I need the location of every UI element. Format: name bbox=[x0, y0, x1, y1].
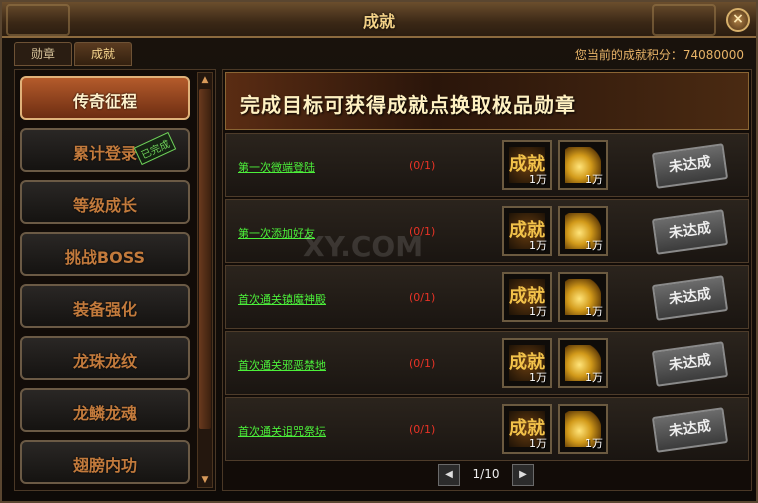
achievement-progress: (0/1) bbox=[409, 291, 436, 304]
reward-amount: 1万 bbox=[529, 371, 547, 384]
category-legend-journey[interactable]: 传奇征程 bbox=[20, 76, 190, 120]
page-indicator: 1/10 bbox=[472, 467, 500, 481]
reward-amount: 1万 bbox=[585, 239, 603, 252]
category-label: 装备强化 bbox=[72, 300, 137, 319]
reward-amount: 1万 bbox=[529, 173, 547, 186]
next-page-icon[interactable]: ▶ bbox=[512, 464, 534, 486]
achievement-name-link[interactable]: 首次通关邪恶禁地 bbox=[238, 357, 326, 373]
category-wings-skills[interactable]: 翅膀内功 bbox=[20, 440, 190, 484]
category-dragon-scale[interactable]: 龙鳞龙魂 bbox=[20, 388, 190, 432]
banner-text: 完成目标可获得成就点换取极品勋章 bbox=[240, 93, 576, 117]
not-achieved-button[interactable]: 未达成 bbox=[651, 407, 729, 453]
category-dragon-pearl[interactable]: 龙珠龙纹 bbox=[20, 336, 190, 380]
prev-page-icon[interactable]: ◀ bbox=[438, 464, 460, 486]
reward-slot-achievement[interactable]: 成就 1万 bbox=[502, 338, 552, 388]
reward-amount: 1万 bbox=[529, 239, 547, 252]
reward-slot-achievement[interactable]: 成就 1万 bbox=[502, 206, 552, 256]
category-label: 龙珠龙纹 bbox=[72, 352, 137, 371]
achievement-name-link[interactable]: 第一次微端登陆 bbox=[238, 159, 315, 175]
window-title: 成就 bbox=[362, 12, 395, 31]
scroll-up-icon[interactable]: ▲ bbox=[198, 73, 212, 87]
reward-amount: 1万 bbox=[585, 173, 603, 186]
category-label: 传奇征程 bbox=[72, 92, 137, 111]
reward-amount: 1万 bbox=[585, 437, 603, 450]
category-boss-challenge[interactable]: 挑战BOSS bbox=[20, 232, 190, 276]
achievement-progress: (0/1) bbox=[409, 159, 436, 172]
achievement-progress: (0/1) bbox=[409, 357, 436, 370]
achievement-row: 首次通关邪恶禁地 (0/1) 成就 1万 1万 未达成 bbox=[225, 331, 749, 395]
not-achieved-button[interactable]: 未达成 bbox=[651, 341, 729, 387]
not-achieved-button[interactable]: 未达成 bbox=[651, 275, 729, 321]
achievement-name-link[interactable]: 首次通关诅咒祭坛 bbox=[238, 423, 326, 439]
reward-banner: 完成目标可获得成就点换取极品勋章 bbox=[225, 72, 749, 130]
scroll-thumb[interactable] bbox=[199, 89, 211, 429]
reward-slot-gold[interactable]: 1万 bbox=[558, 206, 608, 256]
title-ornament-left bbox=[6, 4, 70, 36]
category-label: 龙鳞龙魂 bbox=[72, 404, 137, 423]
reward-slot-gold[interactable]: 1万 bbox=[558, 404, 608, 454]
tab-medals[interactable]: 勋章 bbox=[14, 42, 72, 66]
achievement-list-panel: 完成目标可获得成就点换取极品勋章 第一次微端登陆 (0/1) 成就 1万 1万 未… bbox=[222, 69, 752, 491]
category-panel: 传奇征程 累计登录 已完成 等级成长 挑战BOSS 装备强化 龙珠龙纹 龙鳞龙魂 … bbox=[14, 69, 216, 491]
achievement-row: 第一次微端登陆 (0/1) 成就 1万 1万 未达成 bbox=[225, 133, 749, 197]
not-achieved-button[interactable]: 未达成 bbox=[651, 209, 729, 255]
achievement-name-link[interactable]: 首次通关镇魔神殿 bbox=[238, 291, 326, 307]
pagination: ◀ 1/10 ▶ bbox=[438, 464, 534, 486]
category-cumulative-login[interactable]: 累计登录 已完成 bbox=[20, 128, 190, 172]
reward-slot-gold[interactable]: 1万 bbox=[558, 140, 608, 190]
not-achieved-button[interactable]: 未达成 bbox=[651, 143, 729, 189]
category-label: 挑战BOSS bbox=[64, 248, 146, 267]
category-label: 累计登录 bbox=[72, 144, 137, 163]
achievement-row: 首次通关诅咒祭坛 (0/1) 成就 1万 1万 未达成 bbox=[225, 397, 749, 461]
category-label: 等级成长 bbox=[72, 196, 137, 215]
category-level-growth[interactable]: 等级成长 bbox=[20, 180, 190, 224]
category-scrollbar[interactable]: ▲ ▼ bbox=[197, 72, 213, 488]
achievement-row: 首次通关镇魔神殿 (0/1) 成就 1万 1万 未达成 bbox=[225, 265, 749, 329]
reward-amount: 1万 bbox=[585, 305, 603, 318]
reward-amount: 1万 bbox=[585, 371, 603, 384]
reward-slot-gold[interactable]: 1万 bbox=[558, 338, 608, 388]
reward-slot-achievement[interactable]: 成就 1万 bbox=[502, 272, 552, 322]
achievement-progress: (0/1) bbox=[409, 423, 436, 436]
category-label: 翅膀内功 bbox=[72, 456, 137, 475]
completed-badge: 已完成 bbox=[133, 131, 177, 166]
watermark: XY.COM bbox=[303, 230, 424, 263]
reward-slot-gold[interactable]: 1万 bbox=[558, 272, 608, 322]
achievement-window: 成就 × 勋章 成就 您当前的成就积分：74080000 传奇征程 累计登录 已完… bbox=[0, 0, 758, 503]
scroll-down-icon[interactable]: ▼ bbox=[198, 473, 212, 487]
title-bar[interactable]: 成就 × bbox=[2, 2, 756, 38]
reward-amount: 1万 bbox=[529, 305, 547, 318]
close-button[interactable]: × bbox=[726, 8, 750, 32]
tab-achievements[interactable]: 成就 bbox=[74, 42, 132, 66]
title-ornament-right bbox=[652, 4, 716, 36]
category-equipment-enhance[interactable]: 装备强化 bbox=[20, 284, 190, 328]
achievement-score: 您当前的成就积分：74080000 bbox=[574, 48, 744, 62]
reward-slot-achievement[interactable]: 成就 1万 bbox=[502, 140, 552, 190]
reward-amount: 1万 bbox=[529, 437, 547, 450]
reward-slot-achievement[interactable]: 成就 1万 bbox=[502, 404, 552, 454]
